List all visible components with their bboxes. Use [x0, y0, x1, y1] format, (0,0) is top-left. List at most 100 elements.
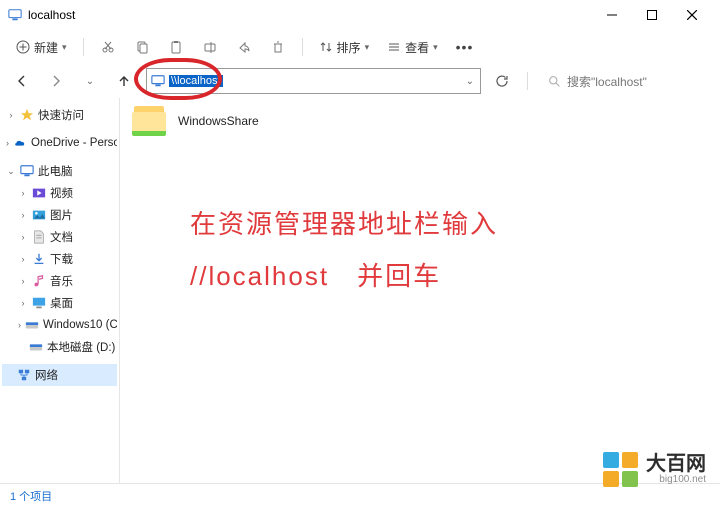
brand-name: 大百网	[646, 454, 706, 475]
chevron-right-icon: ›	[6, 138, 9, 148]
annotation-text: 在资源管理器地址栏输入 //localhost并回车	[190, 198, 498, 302]
chevron-right-icon: ›	[18, 276, 28, 286]
monitor-icon	[151, 74, 165, 88]
copy-button[interactable]	[128, 33, 156, 61]
monitor-icon	[8, 8, 22, 22]
sidebar-item-quick[interactable]: › 快速访问	[2, 104, 117, 126]
separator	[527, 72, 528, 90]
chevron-right-icon: ›	[18, 210, 28, 220]
sidebar-label: 下载	[50, 251, 73, 267]
cloud-icon	[13, 136, 27, 150]
sort-icon	[319, 40, 333, 54]
rename-button[interactable]	[196, 33, 224, 61]
share-button[interactable]	[230, 33, 258, 61]
arrow-left-icon	[15, 74, 29, 88]
clipboard-icon	[169, 40, 183, 54]
arrow-right-icon	[49, 74, 63, 88]
sidebar: › 快速访问 › OneDrive - Person... ⌄ 此电脑 › 视频…	[0, 98, 120, 483]
search-box[interactable]: 搜索"localhost"	[542, 68, 710, 94]
sidebar-item-downloads[interactable]: › 下载	[2, 248, 117, 270]
desktop-icon	[32, 296, 46, 310]
folder-item[interactable]: WindowsShare	[132, 106, 708, 136]
chevron-right-icon: ›	[18, 298, 28, 308]
paste-button[interactable]	[162, 33, 190, 61]
delete-button[interactable]	[264, 33, 292, 61]
maximize-button[interactable]	[632, 1, 672, 29]
refresh-icon	[495, 74, 509, 88]
back-button[interactable]	[10, 69, 34, 93]
sidebar-item-network[interactable]: 网络	[2, 364, 117, 386]
annotation-line1: 在资源管理器地址栏输入	[190, 198, 498, 250]
view-icon	[387, 40, 401, 54]
recent-button[interactable]: ⌄	[78, 69, 102, 93]
sort-button[interactable]: 排序 ▾	[313, 35, 376, 60]
sidebar-item-desktop[interactable]: › 桌面	[2, 292, 117, 314]
view-button[interactable]: 查看 ▾	[381, 35, 444, 60]
star-icon	[20, 108, 34, 122]
sidebar-label: 此电脑	[38, 163, 73, 179]
status-text: 1 个项目	[10, 488, 52, 504]
drive-icon	[25, 318, 39, 332]
chevron-right-icon: ›	[18, 320, 21, 330]
refresh-button[interactable]	[491, 70, 513, 92]
chevron-down-icon: ▾	[365, 42, 370, 53]
chevron-down-icon: ⌄	[6, 166, 16, 177]
sort-label: 排序	[337, 39, 361, 56]
chevron-down-icon[interactable]: ⌄	[466, 76, 474, 87]
sidebar-label: 网络	[35, 367, 58, 383]
forward-button[interactable]	[44, 69, 68, 93]
sidebar-label: 本地磁盘 (D:)	[47, 339, 115, 355]
sidebar-item-cdrive[interactable]: › Windows10 (C:)	[2, 314, 117, 336]
arrow-up-icon	[117, 74, 131, 88]
chevron-right-icon: ›	[18, 232, 28, 242]
body: › 快速访问 › OneDrive - Person... ⌄ 此电脑 › 视频…	[0, 98, 720, 483]
sidebar-label: 音乐	[50, 273, 73, 289]
window-title: localhost	[28, 8, 592, 22]
new-button[interactable]: 新建 ▾	[10, 35, 73, 60]
sidebar-item-onedrive[interactable]: › OneDrive - Person...	[2, 132, 117, 154]
sidebar-label: 视频	[50, 185, 73, 201]
document-icon	[32, 230, 46, 244]
sidebar-item-documents[interactable]: › 文档	[2, 226, 117, 248]
copy-icon	[135, 40, 149, 54]
close-button[interactable]	[672, 1, 712, 29]
logo-squares-icon	[603, 452, 638, 487]
brand-url: big100.net	[646, 475, 706, 486]
video-icon	[32, 186, 46, 200]
download-icon	[32, 252, 46, 266]
chevron-right-icon: ›	[18, 254, 28, 264]
drive-icon	[29, 340, 43, 354]
address-bar[interactable]: \\localhost ⌄	[146, 68, 481, 94]
sidebar-label: 桌面	[50, 295, 73, 311]
separator	[83, 38, 84, 56]
address-text: \\localhost	[169, 75, 223, 87]
sidebar-label: 快速访问	[38, 107, 84, 123]
chevron-down-icon: ⌄	[86, 76, 94, 87]
branding-logo: 大百网 big100.net	[603, 452, 706, 487]
address-bar-wrap: \\localhost ⌄	[146, 68, 481, 94]
sidebar-item-ddrive[interactable]: 本地磁盘 (D:)	[2, 336, 117, 358]
annotation-line2: //localhost并回车	[190, 250, 498, 302]
cut-button[interactable]	[94, 33, 122, 61]
chevron-right-icon: ›	[18, 188, 28, 198]
search-placeholder: 搜索"localhost"	[567, 73, 647, 90]
monitor-icon	[20, 164, 34, 178]
sidebar-item-thispc[interactable]: ⌄ 此电脑	[2, 160, 117, 182]
sidebar-label: 图片	[50, 207, 73, 223]
sidebar-item-pictures[interactable]: › 图片	[2, 204, 117, 226]
separator	[302, 38, 303, 56]
minimize-button[interactable]	[592, 1, 632, 29]
sidebar-item-music[interactable]: › 音乐	[2, 270, 117, 292]
view-label: 查看	[405, 39, 429, 56]
sidebar-label: Windows10 (C:)	[43, 319, 117, 331]
chevron-down-icon: ▾	[62, 42, 67, 53]
up-button[interactable]	[112, 69, 136, 93]
new-label: 新建	[34, 39, 58, 56]
chevron-right-icon: ›	[6, 110, 16, 120]
rename-icon	[203, 40, 217, 54]
share-icon	[237, 40, 251, 54]
sidebar-item-videos[interactable]: › 视频	[2, 182, 117, 204]
more-button[interactable]: •••	[450, 39, 480, 55]
content-pane[interactable]: WindowsShare 在资源管理器地址栏输入 //localhost并回车	[120, 98, 720, 483]
trash-icon	[271, 40, 285, 54]
